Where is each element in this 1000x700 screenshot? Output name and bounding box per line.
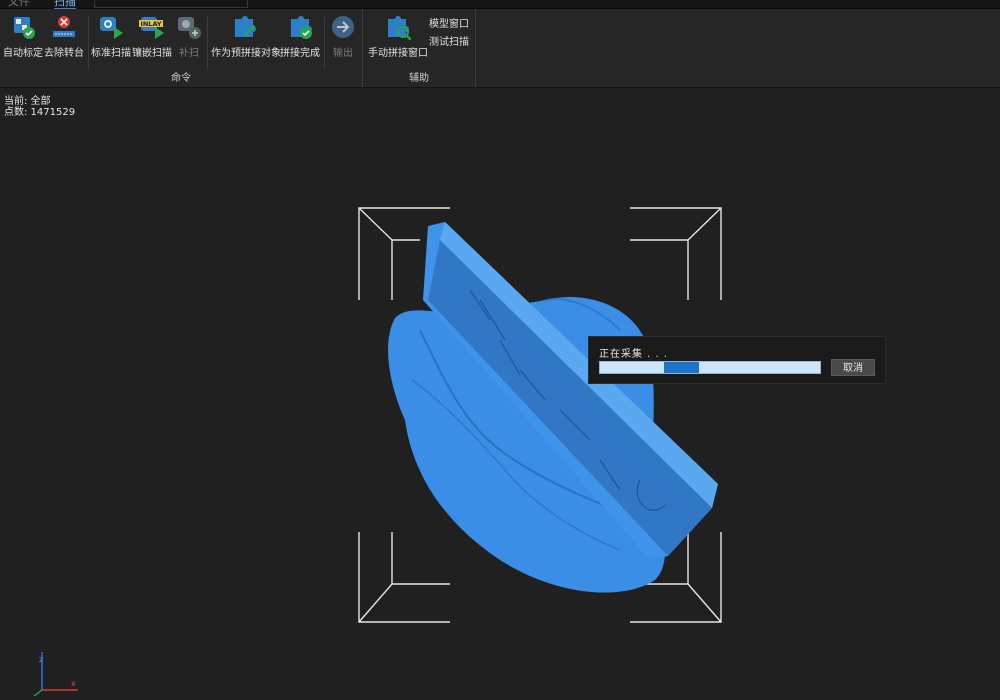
progress-label: 正在采集 . . . — [599, 349, 669, 360]
scanned-model[interactable] — [388, 222, 718, 593]
x-axis-label: x — [71, 679, 76, 688]
progress-bar — [599, 361, 821, 374]
cancel-button[interactable]: 取消 — [831, 359, 875, 376]
progress-indicator — [664, 362, 699, 373]
z-axis-label: z — [39, 655, 43, 664]
frame-corner-bottom-left — [358, 532, 450, 623]
axis-gizmo: z x — [33, 652, 78, 697]
acquisition-progress-dialog: 正在采集 . . . 取消 — [588, 336, 886, 384]
